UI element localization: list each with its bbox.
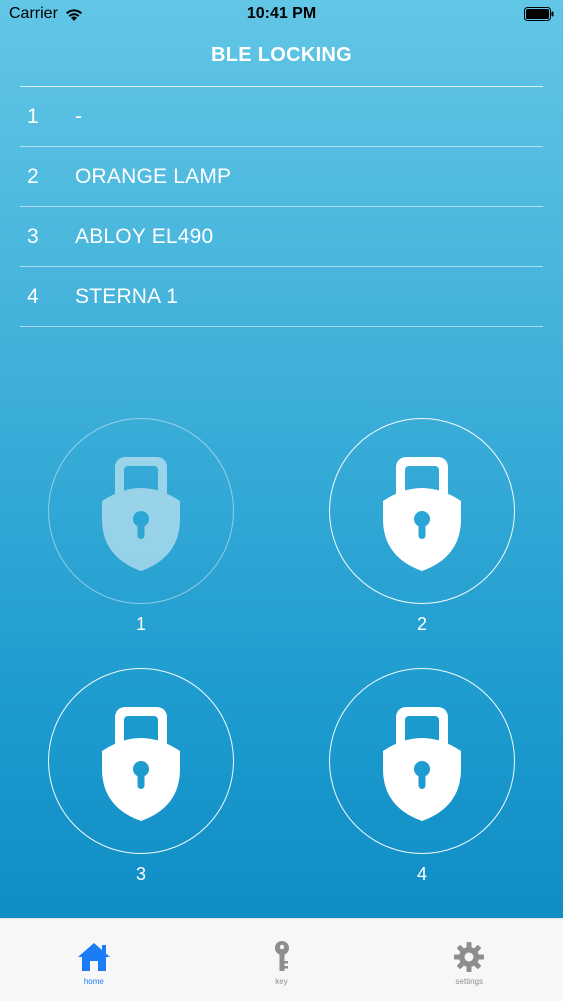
lock-button-1[interactable]: [48, 418, 234, 604]
home-icon: [77, 941, 111, 973]
device-row-4[interactable]: 4 STERNA 1: [20, 267, 543, 327]
lock-cell-2: 2: [328, 418, 516, 635]
lock-label: 3: [135, 864, 146, 884]
device-index: 2: [27, 164, 39, 188]
lock-icon: [102, 457, 180, 571]
lock-cell-4: 4: [328, 668, 516, 885]
lock-label: 1: [135, 614, 146, 634]
lock-icon: [383, 707, 461, 821]
tab-label: home: [83, 977, 104, 986]
lock-button-3[interactable]: [48, 668, 234, 854]
battery-icon: [524, 7, 554, 21]
status-time: 10:41 PM: [246, 5, 317, 22]
page-title: BLE LOCKING: [210, 44, 353, 66]
lock-cell-3: 3: [47, 668, 235, 885]
status-bar: Carrier 10:41 PM: [0, 0, 563, 30]
device-name: ABLOY EL490: [75, 224, 214, 248]
key-icon: [274, 941, 290, 973]
device-name: STERNA 1: [75, 284, 179, 308]
tab-bar: home key settings: [0, 918, 563, 1001]
tab-label: settings: [455, 977, 483, 986]
tab-settings[interactable]: settings: [375, 919, 563, 1001]
lock-label: 2: [416, 614, 427, 634]
device-index: 1: [27, 104, 39, 128]
tab-home[interactable]: home: [0, 919, 188, 1001]
lock-button-4[interactable]: [329, 668, 515, 854]
device-row-2[interactable]: 2 ORANGE LAMP: [20, 147, 543, 207]
lock-icon: [383, 457, 461, 571]
device-index: 4: [27, 284, 39, 308]
lock-button-2[interactable]: [329, 418, 515, 604]
device-row-3[interactable]: 3 ABLOY EL490: [20, 207, 543, 267]
device-row-1[interactable]: 1 -: [20, 87, 543, 147]
gear-icon: [454, 941, 485, 973]
device-name: ORANGE LAMP: [75, 164, 232, 188]
lock-label: 4: [416, 864, 427, 884]
app-screen: Carrier 10:41 PM BLE LOCKING 1 - 2 ORANG…: [0, 0, 563, 918]
device-name: -: [75, 104, 83, 128]
lock-icon: [102, 707, 180, 821]
tab-label: key: [275, 977, 288, 986]
device-index: 3: [27, 224, 39, 248]
tab-key[interactable]: key: [188, 919, 376, 1001]
device-list: 1 - 2 ORANGE LAMP 3 ABLOY EL490 4 STERNA…: [20, 86, 543, 327]
lock-cell-1: 1: [47, 418, 235, 635]
